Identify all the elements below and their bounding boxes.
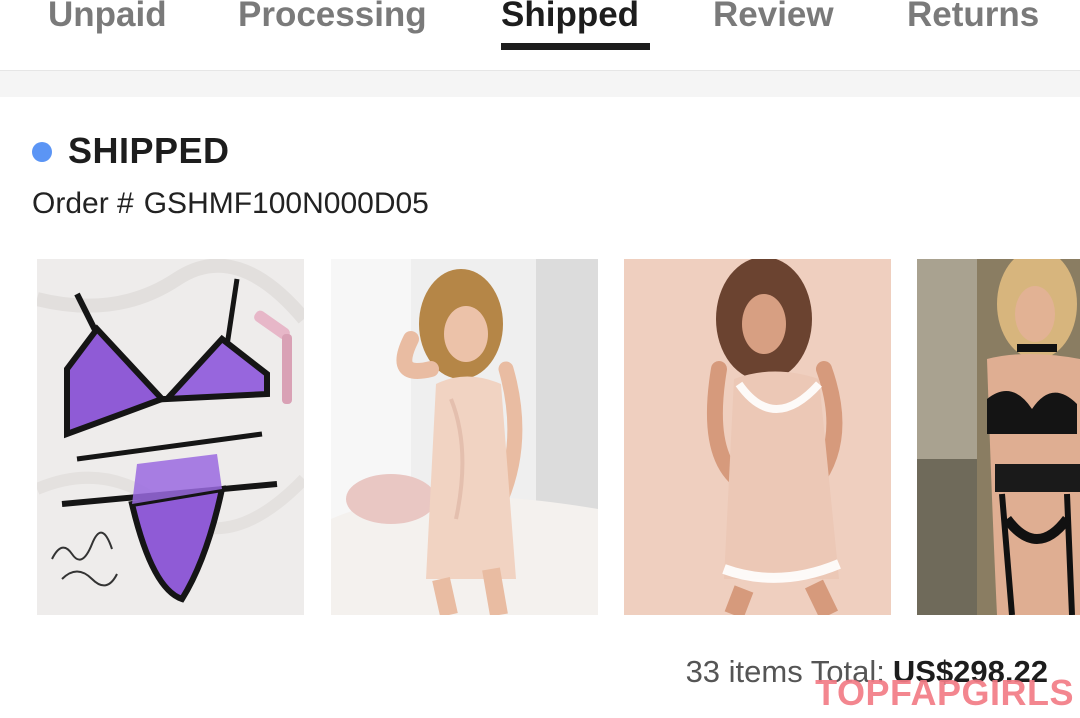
product-thumbnail-2[interactable] [331,259,598,615]
tab-returns[interactable]: Returns [907,0,1039,38]
order-number-label: Order # [32,187,134,220]
order-number: GSHMF100N000D05 [143,187,429,220]
product-thumbnail-1[interactable] [37,259,304,615]
tab-review[interactable]: Review [713,0,834,38]
pink-satin-lace-trim-chemise-image [624,259,891,615]
watermark: TOPFAPGIRLS [815,672,1074,713]
tab-processing[interactable]: Processing [238,0,427,38]
order-number-row: Order # GSHMF100N000D05 [32,184,429,224]
active-tab-indicator [501,43,650,50]
section-divider [0,71,1080,97]
order-status: SHIPPED [68,130,230,171]
tab-shipped[interactable]: Shipped [501,0,639,38]
pink-satin-slip-dress-image [331,259,598,615]
product-thumbnail-4[interactable] [917,259,1080,615]
status-dot-icon [32,142,52,162]
black-lace-lingerie-set-image [917,259,1080,615]
tab-unpaid[interactable]: Unpaid [48,0,167,38]
order-status-tabs: Unpaid Processing Shipped Review Returns [0,0,1080,71]
purple-lingerie-set-image [37,259,304,615]
product-thumbnail-3[interactable] [624,259,891,615]
